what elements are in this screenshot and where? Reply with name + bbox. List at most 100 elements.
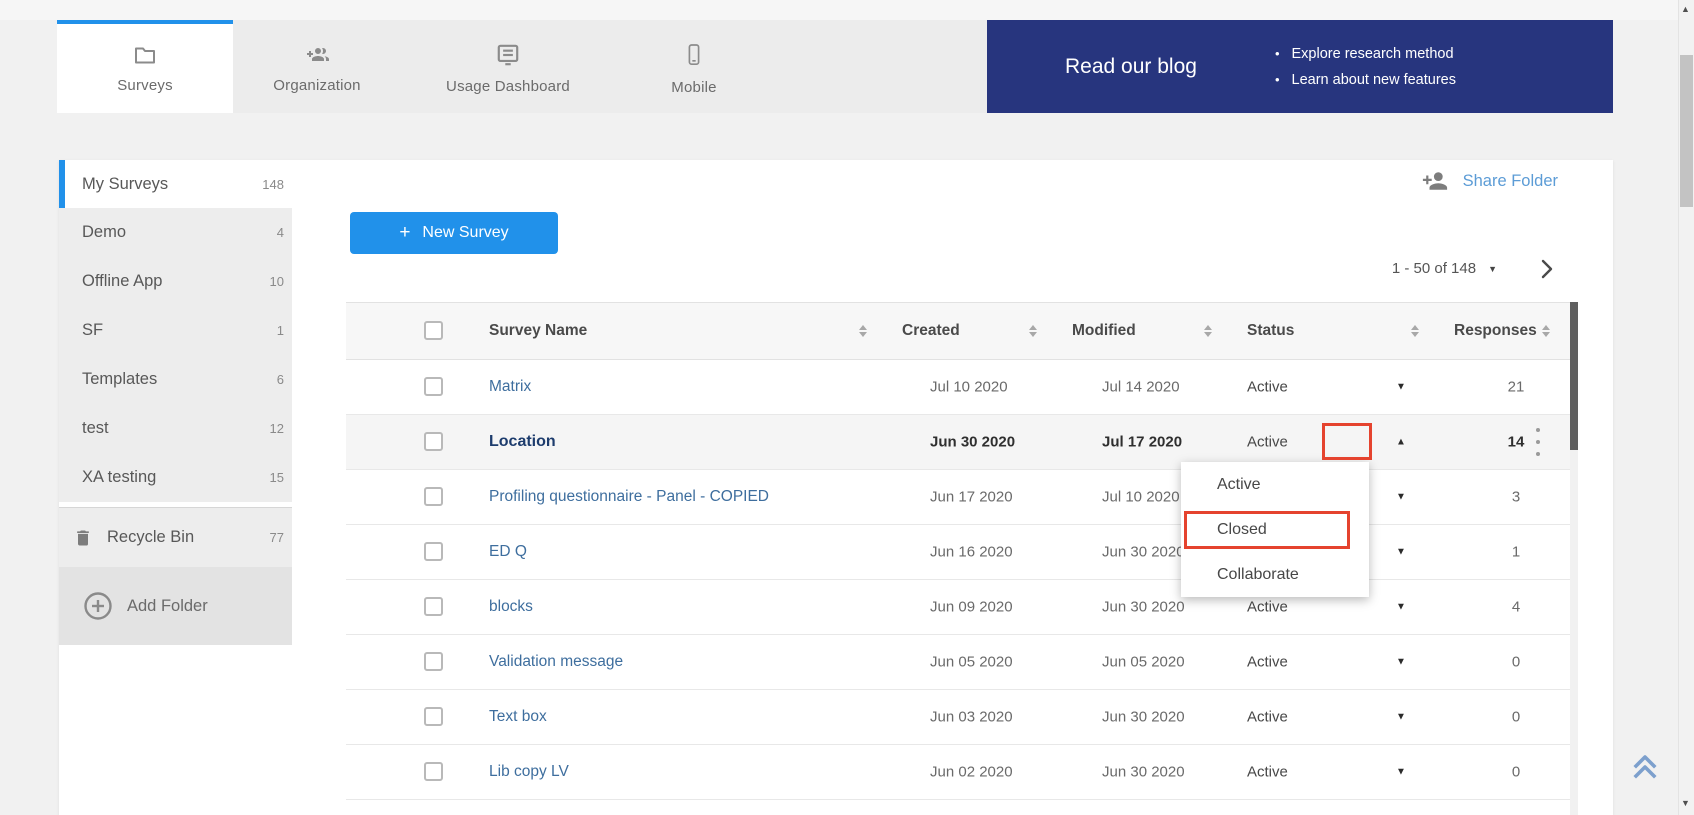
table-scrollbar-thumb[interactable] bbox=[1570, 302, 1578, 450]
responses-count: 0 bbox=[1456, 654, 1576, 671]
column-header-status[interactable]: Status bbox=[1247, 322, 1294, 340]
created-date: Jun 09 2020 bbox=[930, 599, 1013, 616]
folder-count: 1 bbox=[277, 323, 284, 338]
status-option-active[interactable]: Active bbox=[1181, 462, 1369, 507]
sidebar-item-xa-testing[interactable]: XA testing 15 bbox=[59, 453, 292, 502]
row-checkbox[interactable] bbox=[424, 432, 443, 451]
sidebar-item-sf[interactable]: SF 1 bbox=[59, 306, 292, 355]
row-actions-kebab-icon[interactable] bbox=[1530, 428, 1546, 456]
folder-count: 10 bbox=[270, 274, 284, 289]
column-header-survey-name[interactable]: Survey Name bbox=[489, 322, 587, 340]
status-option-closed[interactable]: Closed bbox=[1181, 507, 1369, 552]
survey-name-link[interactable]: Location bbox=[489, 433, 556, 451]
caret-down-icon[interactable]: ▼ bbox=[1396, 547, 1406, 558]
recycle-bin-label: Recycle Bin bbox=[107, 528, 194, 547]
table-row-location: LocationJun 30 2020Jul 17 2020Active▲14 bbox=[346, 415, 1570, 470]
sidebar-item-templates[interactable]: Templates 6 bbox=[59, 355, 292, 404]
tab-usage-dashboard[interactable]: Usage Dashboard bbox=[401, 20, 615, 113]
row-checkbox[interactable] bbox=[424, 707, 443, 726]
sidebar-item-test[interactable]: test 12 bbox=[59, 404, 292, 453]
modified-date: Jun 30 2020 bbox=[1102, 764, 1185, 781]
column-header-responses[interactable]: Responses bbox=[1454, 322, 1537, 340]
folder-label: SF bbox=[82, 321, 103, 340]
tab-label: Surveys bbox=[117, 77, 173, 94]
status-value: Active bbox=[1247, 379, 1288, 396]
scrollbar-down-arrow-icon[interactable]: ▼ bbox=[1681, 798, 1690, 808]
survey-name-link[interactable]: Lib copy LV bbox=[489, 763, 569, 781]
survey-name-link[interactable]: Text box bbox=[489, 708, 547, 726]
row-checkbox[interactable] bbox=[424, 597, 443, 616]
tab-label: Usage Dashboard bbox=[446, 78, 570, 95]
sidebar-item-offline-app[interactable]: Offline App 10 bbox=[59, 257, 292, 306]
sidebar: My Surveys 148Demo 4Offline App 10SF 1Te… bbox=[59, 160, 292, 815]
survey-name-link[interactable]: Matrix bbox=[489, 378, 531, 396]
survey-name-link[interactable]: Profiling questionnaire - Panel - COPIED bbox=[489, 488, 769, 506]
row-checkbox[interactable] bbox=[424, 487, 443, 506]
new-survey-button[interactable]: + New Survey bbox=[350, 212, 558, 254]
sort-icon[interactable] bbox=[859, 325, 867, 337]
status-value: Active bbox=[1247, 654, 1288, 671]
plus-circle-icon bbox=[83, 591, 113, 621]
back-to-top-button[interactable] bbox=[1628, 750, 1662, 789]
caret-down-icon[interactable]: ▼ bbox=[1396, 657, 1406, 668]
sidebar-item-my-surveys[interactable]: My Surveys 148 bbox=[59, 160, 292, 208]
select-all-checkbox[interactable] bbox=[424, 321, 443, 340]
dashboard-icon bbox=[494, 42, 522, 68]
survey-name-link[interactable]: Validation message bbox=[489, 653, 623, 671]
modified-date: Jul 14 2020 bbox=[1102, 379, 1180, 396]
folder-label: Offline App bbox=[82, 272, 162, 291]
sidebar-item-recycle-bin[interactable]: Recycle Bin 77 bbox=[59, 507, 292, 567]
modified-date: Jun 05 2020 bbox=[1102, 654, 1185, 671]
row-checkbox[interactable] bbox=[424, 542, 443, 561]
next-page-button[interactable] bbox=[1539, 258, 1555, 285]
share-folder-button[interactable]: Share Folder bbox=[1421, 170, 1558, 192]
banner-bullet: Learn about new features bbox=[1275, 67, 1456, 93]
caret-down-icon[interactable]: ▼ bbox=[1396, 492, 1406, 503]
table-row-ed-q: ED QJun 16 2020Jun 30 2020Active▼1 bbox=[346, 525, 1570, 580]
mobile-icon bbox=[684, 41, 704, 69]
row-checkbox[interactable] bbox=[424, 762, 443, 781]
responses-count: 3 bbox=[1456, 489, 1576, 506]
row-checkbox[interactable] bbox=[424, 377, 443, 396]
caret-down-icon[interactable]: ▼ bbox=[1396, 602, 1406, 613]
responses-count: 0 bbox=[1456, 709, 1576, 726]
blog-banner[interactable]: Read our blog Explore research methodLea… bbox=[987, 20, 1613, 113]
sort-icon[interactable] bbox=[1204, 325, 1212, 337]
row-checkbox[interactable] bbox=[424, 652, 443, 671]
responses-count: 21 bbox=[1456, 379, 1576, 396]
tab-surveys[interactable]: Surveys bbox=[57, 20, 233, 113]
add-folder-button[interactable]: Add Folder bbox=[59, 567, 292, 645]
sort-icon[interactable] bbox=[1411, 325, 1419, 337]
tab-organization[interactable]: Organization bbox=[233, 20, 401, 113]
browser-scrollbar-thumb[interactable] bbox=[1680, 55, 1693, 207]
modified-date: Jun 30 2020 bbox=[1102, 544, 1185, 561]
caret-down-icon[interactable]: ▼ bbox=[1396, 767, 1406, 778]
top-strip bbox=[0, 0, 1694, 20]
created-date: Jun 16 2020 bbox=[930, 544, 1013, 561]
folder-count: 6 bbox=[277, 372, 284, 387]
caret-down-icon[interactable]: ▼ bbox=[1396, 712, 1406, 723]
survey-name-link[interactable]: ED Q bbox=[489, 543, 527, 561]
modified-date: Jun 30 2020 bbox=[1102, 599, 1185, 616]
new-survey-label: New Survey bbox=[422, 224, 508, 242]
folder-count: 148 bbox=[262, 177, 284, 192]
survey-name-link[interactable]: blocks bbox=[489, 598, 533, 616]
content-card: My Surveys 148Demo 4Offline App 10SF 1Te… bbox=[59, 160, 1613, 815]
tab-mobile[interactable]: Mobile bbox=[615, 20, 773, 113]
share-folder-label: Share Folder bbox=[1463, 172, 1558, 191]
column-header-modified[interactable]: Modified bbox=[1072, 322, 1136, 340]
column-header-created[interactable]: Created bbox=[902, 322, 960, 340]
created-date: Jun 02 2020 bbox=[930, 764, 1013, 781]
caret-down-icon[interactable]: ▼ bbox=[1396, 382, 1406, 393]
status-option-collaborate[interactable]: Collaborate bbox=[1181, 552, 1369, 597]
sort-icon[interactable] bbox=[1029, 325, 1037, 337]
pagination-range-selector[interactable]: 1 - 50 of 148 ▼ bbox=[1392, 260, 1497, 277]
modified-date: Jul 10 2020 bbox=[1102, 489, 1180, 506]
scrollbar-up-arrow-icon[interactable]: ▲ bbox=[1681, 4, 1690, 14]
caret-up-icon[interactable]: ▲ bbox=[1396, 437, 1406, 448]
sidebar-item-demo[interactable]: Demo 4 bbox=[59, 208, 292, 257]
double-chevron-up-icon bbox=[1628, 750, 1662, 784]
banner-title[interactable]: Read our blog bbox=[987, 55, 1275, 79]
sort-icon[interactable] bbox=[1542, 325, 1550, 337]
status-value: Active bbox=[1247, 709, 1288, 726]
